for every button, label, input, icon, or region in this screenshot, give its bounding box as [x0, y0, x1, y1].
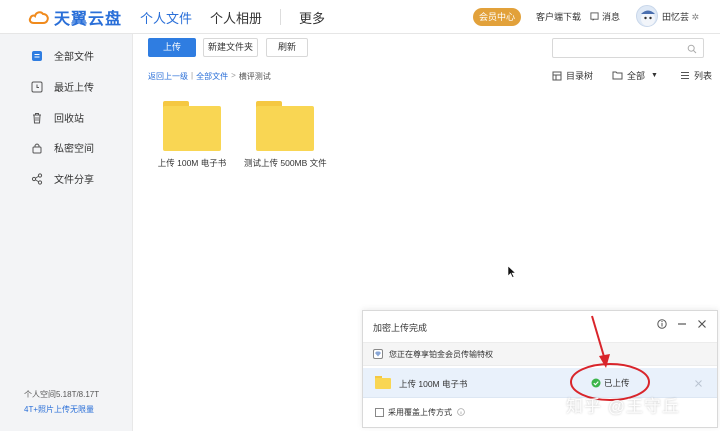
sidebar-item-private-space[interactable]: 私密空间 — [30, 140, 94, 155]
sidebar-item-trash[interactable]: 回收站 — [30, 110, 84, 125]
folder-name: 上传 100M 电子书 — [157, 158, 227, 168]
client-download-link[interactable]: 客户端下载 — [536, 10, 581, 23]
filter-label: 全部 — [627, 71, 646, 81]
settings-gear-icon[interactable]: ✲ — [692, 12, 700, 22]
storage-usage: 个人空间5.18T/8.17T — [24, 390, 100, 399]
share-icon — [30, 172, 44, 186]
sidebar-item-all-files[interactable]: 全部文件 — [30, 48, 94, 63]
remove-task-icon[interactable] — [694, 377, 703, 391]
trash-icon — [30, 111, 44, 125]
upload-panel-title: 加密上传完成 — [373, 323, 428, 333]
folder-icon — [256, 101, 314, 151]
breadcrumb: 返回上一级 | 全部文件 > 横评测试 — [148, 71, 271, 82]
sidebar-item-file-share[interactable]: 文件分享 — [30, 171, 94, 186]
sidebar-item-label: 最近上传 — [54, 83, 94, 94]
message-icon — [590, 12, 599, 21]
folder-item[interactable]: 测试上传 500MB 文件 — [244, 101, 327, 169]
overwrite-label: 采用覆盖上传方式 — [388, 408, 452, 417]
sidebar-item-label: 私密空间 — [54, 144, 94, 155]
avatar-image-icon — [641, 10, 655, 26]
overwrite-option[interactable]: 采用覆盖上传方式 — [375, 407, 465, 418]
all-files-icon — [30, 49, 44, 63]
breadcrumb-current: 横评测试 — [238, 72, 271, 81]
close-icon[interactable] — [697, 319, 707, 329]
sidebar-item-label: 文件分享 — [54, 175, 94, 186]
logo[interactable]: 天翼云盘 — [28, 6, 122, 28]
info-icon[interactable] — [657, 319, 667, 329]
mouse-cursor-icon — [508, 266, 516, 278]
logo-text: 天翼云盘 — [54, 11, 123, 28]
help-icon[interactable] — [457, 407, 465, 418]
check-circle-icon — [591, 378, 601, 388]
nav-personal-album[interactable]: 个人相册 — [210, 8, 262, 27]
directory-tree-toggle[interactable]: 目录树 — [552, 69, 593, 82]
messages-label: 消息 — [602, 12, 621, 22]
list-icon — [681, 72, 689, 79]
upload-panel-controls — [647, 319, 707, 329]
user-name[interactable]: 田忆芸 ✲ — [662, 10, 699, 23]
search-input[interactable] — [557, 39, 685, 57]
upload-status-text: 已上传 — [604, 378, 630, 388]
list-view-label: 列表 — [694, 71, 713, 81]
folder-item[interactable]: 上传 100M 电子书 — [151, 101, 233, 169]
vip-center-button[interactable]: 会员中心 — [473, 8, 521, 26]
upload-status: 已上传 — [591, 377, 630, 389]
upload-button[interactable]: 上传 — [148, 38, 196, 57]
vip-notice-text: 您正在尊享铂金会员传输特权 — [389, 349, 493, 359]
breadcrumb-back[interactable]: 返回上一级 — [148, 71, 188, 82]
breadcrumb-all-files[interactable]: 全部文件 — [196, 71, 228, 82]
vip-badge-icon — [373, 349, 383, 359]
folder-outline-icon — [612, 71, 623, 80]
top-header: 天翼云盘 个人文件 个人相册 更多 会员中心 客户端下载 消息 田忆芸 ✲ — [0, 0, 720, 34]
refresh-button[interactable]: 刷新 — [266, 38, 308, 57]
nav-personal-files[interactable]: 个人文件 — [140, 8, 192, 27]
private-space-icon — [30, 141, 44, 155]
sidebar: 全部文件 最近上传 回收站 私密空间 文件分享 个人空间5.18T/8.17T … — [0, 34, 133, 431]
directory-tree-label: 目录树 — [566, 71, 594, 81]
filter-dropdown[interactable]: 全部 ▼ — [612, 69, 658, 82]
sidebar-item-label: 全部文件 — [54, 52, 94, 63]
nav-divider — [280, 9, 282, 25]
list-view-toggle[interactable]: 列表 — [680, 69, 712, 82]
folder-name: 测试上传 500MB 文件 — [244, 158, 327, 168]
folder-icon — [375, 376, 391, 389]
avatar[interactable] — [636, 5, 658, 27]
recent-upload-icon — [30, 80, 44, 94]
minimize-icon[interactable] — [677, 319, 687, 329]
overwrite-checkbox[interactable] — [375, 408, 384, 417]
tree-icon — [552, 71, 562, 80]
breadcrumb-separator: | — [191, 71, 194, 80]
vip-transfer-notice: 您正在尊享铂金会员传输特权 — [363, 342, 717, 366]
cloud-logo-icon — [28, 11, 49, 24]
breadcrumb-arrow: > — [231, 71, 236, 80]
nav-more[interactable]: 更多 — [299, 8, 325, 27]
upload-task-name: 上传 100M 电子书 — [399, 379, 468, 389]
messages-link[interactable]: 消息 — [590, 10, 620, 23]
folder-icon — [163, 101, 221, 151]
new-folder-button[interactable]: 新建文件夹 — [203, 38, 258, 57]
caret-down-icon: ▼ — [651, 72, 658, 79]
sidebar-item-label: 回收站 — [54, 114, 84, 125]
user-name-text: 田忆芸 — [662, 12, 690, 22]
watermark: 知乎 @王守丘 — [566, 397, 680, 416]
search-icon[interactable] — [687, 43, 697, 57]
search-box[interactable] — [552, 38, 704, 58]
main-nav: 个人文件 个人相册 更多 — [140, 0, 343, 34]
sidebar-item-recent-upload[interactable]: 最近上传 — [30, 79, 94, 94]
photo-upload-link[interactable]: 4T+照片上传无限量 — [24, 404, 94, 415]
